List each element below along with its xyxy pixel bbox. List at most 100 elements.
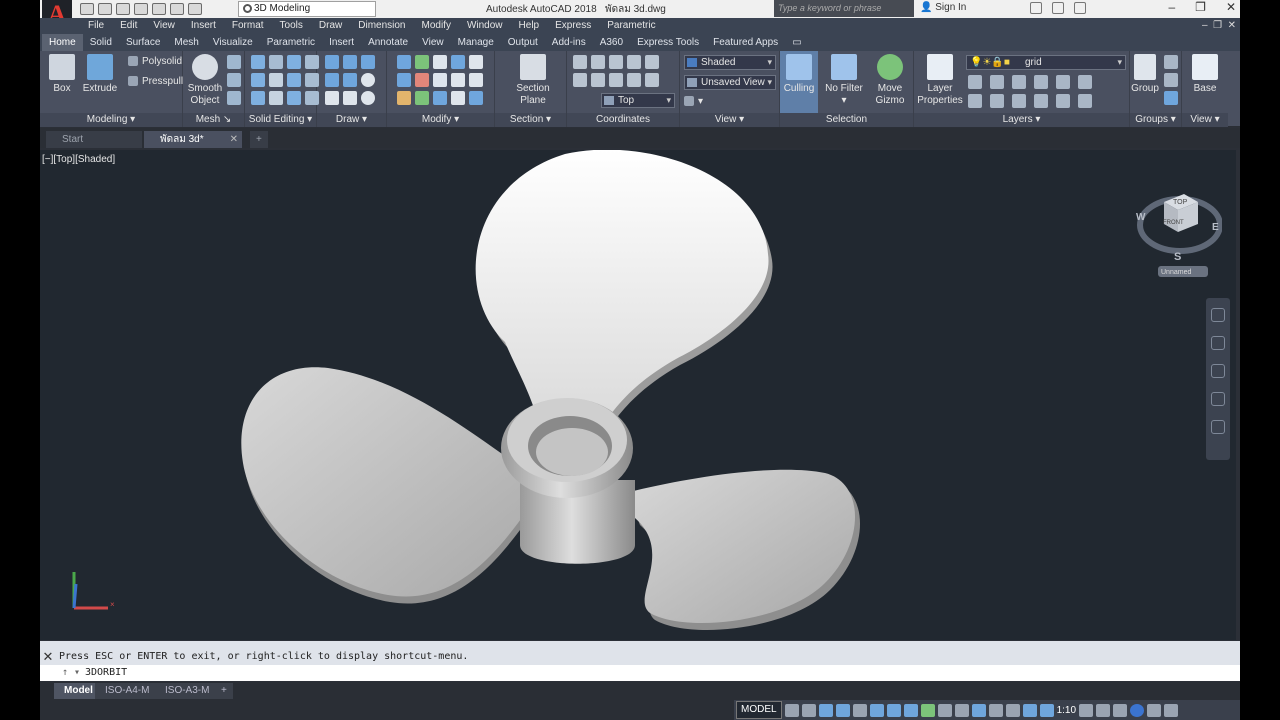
menu-draw[interactable]: Draw [311, 18, 350, 34]
isolate-objects-icon[interactable] [1130, 703, 1145, 717]
viewport-config-button[interactable]: ▾ [684, 95, 703, 109]
customization-icon[interactable] [1164, 703, 1179, 717]
panel-label-modeling[interactable]: Modeling ▾ [40, 113, 182, 127]
selection-cycling-icon[interactable] [937, 703, 952, 717]
tab-a360[interactable]: A360 [593, 34, 630, 51]
help-icon[interactable] [1074, 2, 1086, 14]
orbit-icon[interactable] [1211, 392, 1225, 406]
menu-tools[interactable]: Tools [272, 18, 311, 34]
culling-button[interactable]: Culling [780, 53, 818, 95]
mesh-tool-icon[interactable] [227, 73, 241, 87]
ucs-3point-icon[interactable] [645, 73, 659, 87]
panel-label-layers[interactable]: Layers ▾ [914, 113, 1129, 127]
tab-mesh[interactable]: Mesh [167, 34, 205, 51]
viewcube-top-label[interactable]: TOP [1173, 199, 1188, 206]
intersect-icon[interactable] [251, 91, 265, 105]
add-layout-button[interactable]: + [215, 683, 233, 699]
new-tab-button[interactable]: + [250, 131, 268, 148]
ucs-face-icon[interactable] [573, 73, 587, 87]
pan-icon[interactable] [1211, 336, 1225, 350]
3d-polyline-icon[interactable] [343, 73, 357, 87]
fillet-edge-icon[interactable] [287, 73, 301, 87]
annotation-scale[interactable]: 1:10 [1057, 705, 1076, 716]
panel-label-groups[interactable]: Groups ▾ [1130, 113, 1181, 127]
circle-icon[interactable] [361, 73, 375, 87]
3d-mirror-icon[interactable] [397, 73, 411, 87]
polygon-icon[interactable] [325, 91, 339, 105]
tab-manage[interactable]: Manage [451, 34, 501, 51]
slice-icon[interactable] [269, 55, 283, 69]
rectangle-icon[interactable] [343, 91, 357, 105]
snap-icon[interactable] [801, 703, 816, 717]
ellipse-icon[interactable] [361, 91, 375, 105]
smooth-object-button[interactable]: Smooth Object [185, 53, 225, 107]
tab-surface[interactable]: Surface [119, 34, 167, 51]
interfere-icon[interactable] [269, 73, 283, 87]
tab-featured-apps[interactable]: Featured Apps [706, 34, 785, 51]
print-icon[interactable] [152, 3, 166, 15]
ortho-icon[interactable] [818, 703, 833, 717]
search-input[interactable]: Type a keyword or phrase [774, 0, 914, 17]
units-icon[interactable] [1113, 703, 1128, 717]
menu-file[interactable]: File [80, 18, 112, 34]
ucs-menu[interactable]: Unnamed [1161, 269, 1191, 276]
trim-icon[interactable] [397, 91, 411, 105]
viewcube[interactable]: TOP FRONT W E S Unnamed [1132, 180, 1222, 280]
grid-icon[interactable] [784, 703, 799, 717]
ucs-z-icon[interactable] [645, 55, 659, 69]
save-as-icon[interactable] [134, 3, 148, 15]
3d-osnap-icon[interactable] [954, 703, 969, 717]
showmotion-icon[interactable] [1211, 420, 1225, 434]
ucs-object-icon[interactable] [591, 73, 605, 87]
rotate-icon[interactable] [415, 73, 429, 87]
menu-modify[interactable]: Modify [414, 18, 459, 34]
3d-array-icon[interactable] [433, 91, 447, 105]
tab-visualize[interactable]: Visualize [206, 34, 260, 51]
move-icon[interactable] [433, 55, 447, 69]
menu-insert[interactable]: Insert [183, 18, 224, 34]
ucs-view-icon[interactable] [609, 73, 623, 87]
tab-add-ins[interactable]: Add-ins [545, 34, 593, 51]
close-icon[interactable]: ✕ [1226, 0, 1236, 14]
layer-tool-icon[interactable] [1056, 94, 1070, 108]
presspull-button[interactable]: Presspull [128, 75, 183, 89]
open-icon[interactable] [98, 3, 112, 15]
exchange-icon[interactable] [1052, 2, 1064, 14]
redo-icon[interactable] [188, 3, 202, 15]
panel-label-mesh[interactable]: Mesh ↘ [183, 113, 244, 127]
lineweight-icon[interactable] [903, 703, 918, 717]
ucs-view-select[interactable]: Top [601, 93, 675, 108]
fillet-icon[interactable] [451, 73, 465, 87]
compass-south[interactable]: S [1174, 251, 1181, 263]
menu-help[interactable]: Help [511, 18, 548, 34]
clean-screen-icon[interactable] [1147, 703, 1162, 717]
mesh-tool-icon[interactable] [227, 55, 241, 69]
layer-select[interactable]: 💡☀🔒■ grid [966, 55, 1126, 70]
layer-tool-icon[interactable] [1056, 75, 1070, 89]
menu-view[interactable]: View [145, 18, 183, 34]
layer-tool-icon[interactable] [1078, 94, 1092, 108]
polar-icon[interactable] [835, 703, 850, 717]
ucs-origin-icon[interactable] [627, 73, 641, 87]
cart-icon[interactable] [1030, 2, 1042, 14]
layer-tool-icon[interactable] [1034, 75, 1048, 89]
file-tab-active[interactable]: พัดลม 3d* ✕ [144, 131, 242, 148]
auto-scale-icon[interactable] [1039, 703, 1054, 717]
annotation-monitor-icon[interactable] [1096, 703, 1111, 717]
workspace-switch-icon[interactable] [1079, 703, 1094, 717]
polysolid-button[interactable]: Polysolid [128, 55, 182, 69]
arc-icon[interactable] [361, 55, 375, 69]
saved-view-select[interactable]: Unsaved View [684, 75, 776, 90]
erase-icon[interactable] [469, 55, 483, 69]
panel-label-view[interactable]: View ▾ [680, 113, 779, 127]
menu-dimension[interactable]: Dimension [350, 18, 413, 34]
menu-edit[interactable]: Edit [112, 18, 145, 34]
command-input[interactable]: ↑ ▾ 3DORBIT [40, 665, 1240, 681]
copy-icon[interactable] [433, 73, 447, 87]
isodraft-icon[interactable] [852, 703, 867, 717]
file-tab-start[interactable]: Start [46, 131, 142, 148]
menu-window-controls[interactable]: – ❐ ✕ [1202, 18, 1236, 34]
layout-tab-iso-a4[interactable]: ISO-A4-M [95, 683, 160, 699]
save-icon[interactable] [116, 3, 130, 15]
extract-edges-icon[interactable] [287, 55, 301, 69]
